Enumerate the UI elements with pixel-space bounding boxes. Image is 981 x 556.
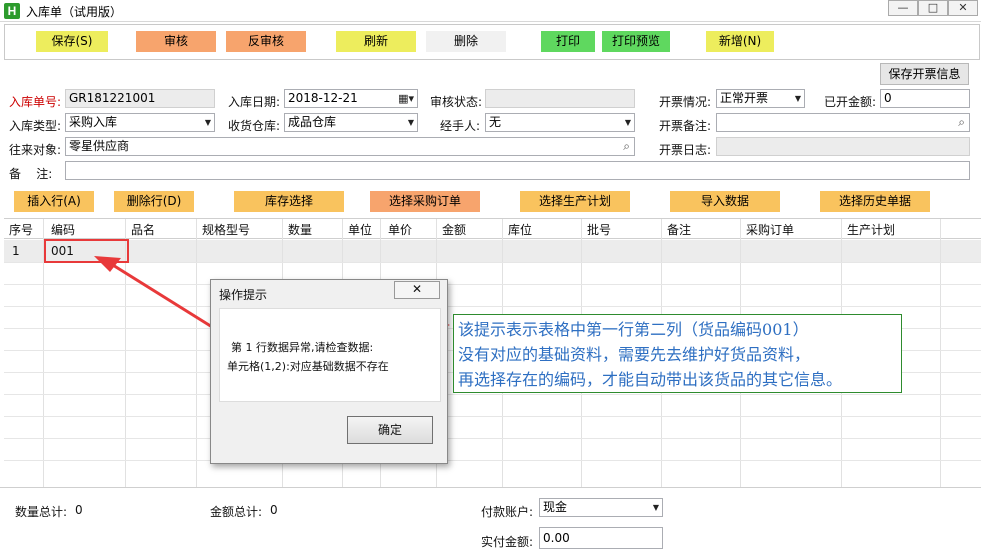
error-dialog: 操作提示 ✕ 第 1 行数据异常,请检查数据: 单元格(1,2):对应基础数据不… [210,279,448,464]
amount-total-value: 0 [270,503,278,517]
paid-amount-label: 实付金额: [481,535,534,549]
pay-account-select[interactable]: 现金 ▼ [539,498,663,517]
qty-total-label: 数量总计: [15,505,68,519]
dialog-title: 操作提示 [219,288,268,302]
note-line1-post: （货品编码001） [682,320,809,339]
dialog-message-line1: 第 1 行数据异常,请检查数据: [231,341,374,354]
paid-amount-field[interactable]: 0.00 [539,527,663,549]
dialog-message-line2: 单元格(1,2):对应基础数据不存在 [227,360,389,373]
arrow-to-cell-head [94,256,121,272]
footer: 数量总计: 0 金额总计: 0 付款账户: 现金 ▼ 实付金额: 0.00 [0,487,981,556]
annotation-note: 该提示表示表格中第一行第二列（货品编码001） 没有对应的基础资料，需要先去维护… [453,314,902,393]
pay-account-label: 付款账户: [481,505,534,519]
note-line3: 再选择存在的编码，才能自动带出该货品的其它信息。 [458,370,843,389]
note-line1-pre: 该提示表示表格中 [458,320,587,339]
arrow-to-cell-line [107,260,226,337]
pay-account-value: 现金 [543,500,568,514]
dialog-ok-button[interactable]: 确定 [347,416,433,444]
note-line1-highlight: 第一行第二列 [586,320,683,339]
dialog-body: 第 1 行数据异常,请检查数据: 单元格(1,2):对应基础数据不存在 [219,308,441,402]
note-line2: 没有对应的基础资料，需要先去维护好货品资料， [458,345,811,364]
annotation-arrows [94,256,726,342]
amount-total-label: 金额总计: [210,505,263,519]
dialog-close-button[interactable]: ✕ [394,281,440,299]
note-line1: 该提示表示表格中第一行第二列（货品编码001） [458,317,897,342]
chevron-down-icon: ▼ [652,503,659,512]
qty-total-value: 0 [75,503,83,517]
